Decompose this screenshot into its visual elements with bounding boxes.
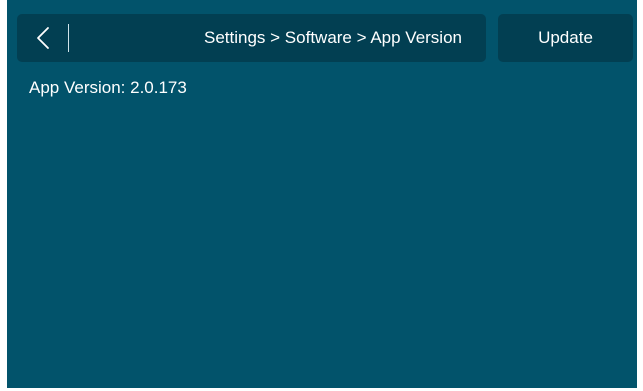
back-button[interactable] <box>17 14 69 62</box>
chevron-left-icon <box>37 27 49 49</box>
breadcrumb-bar: Settings > Software > App Version <box>17 14 486 62</box>
app-version-text: App Version: 2.0.173 <box>29 78 187 97</box>
breadcrumb: Settings > Software > App Version <box>204 28 462 47</box>
update-button[interactable]: Update <box>498 14 633 62</box>
app-screen: Settings > Software > App Version Update… <box>7 0 637 388</box>
divider <box>68 24 69 52</box>
